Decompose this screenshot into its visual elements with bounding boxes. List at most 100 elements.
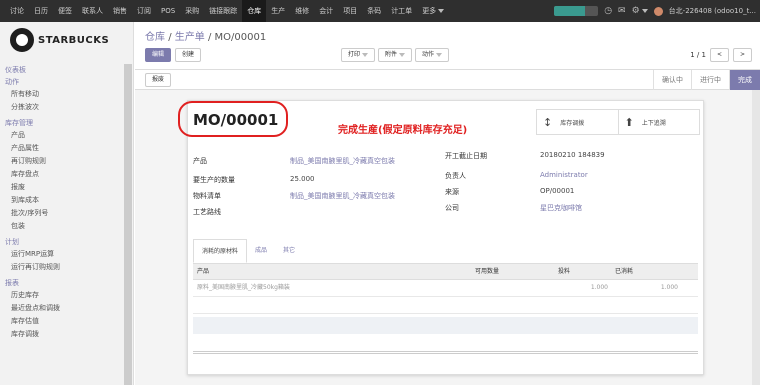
top-navbar: 讨论 日历 便签 联系人 销售 订阅 POS 采购 链接跟踪 仓库 生产 维修 … xyxy=(0,0,760,22)
sidebar-item-product-attributes[interactable]: 产品属性 xyxy=(5,142,125,155)
avatar xyxy=(653,6,663,16)
column-header-available[interactable]: 可用数量 xyxy=(475,264,499,279)
column-header-product[interactable]: 产品 xyxy=(197,264,209,279)
chevron-down-icon xyxy=(436,52,443,57)
field-quantity[interactable]: 25.000 xyxy=(290,175,315,183)
print-dropdown[interactable]: 打印 xyxy=(341,48,376,62)
smart-buttons: ↕ 库存调拨 ⬆ 上下追溯 xyxy=(536,109,700,135)
pager-value[interactable]: 1 / 1 xyxy=(690,51,706,59)
stage-confirmed[interactable]: 确认中 xyxy=(653,70,691,90)
logo-text: STARBUCKS xyxy=(38,34,110,46)
tab-consumed-materials[interactable]: 消耗的原材料 xyxy=(193,239,248,263)
sidebar-item-run-mrp[interactable]: 运行MRP运算 xyxy=(5,248,125,261)
sidebar-item-stock-moves[interactable]: 库存调拨 xyxy=(5,328,125,341)
sidebar-item-packages[interactable]: 包装 xyxy=(5,220,125,233)
column-header-to-consume[interactable]: 投料 xyxy=(558,264,570,279)
sidebar-section-inventory-control: 库存管理 xyxy=(5,119,33,127)
chat-icon[interactable]: ✉ xyxy=(618,6,626,16)
user-menu[interactable]: 台北-226408 (odoo10_t... xyxy=(669,6,756,16)
main-scrollbar[interactable] xyxy=(752,90,760,385)
table-header: 产品 可用数量 投料 已消耗 xyxy=(193,264,698,280)
document-title: MO/00001 xyxy=(193,111,279,129)
field-company[interactable]: 星巴克咖啡馆 xyxy=(540,203,582,213)
field-responsible[interactable]: Administrator xyxy=(540,171,588,179)
sidebar-section-planning: 计划 xyxy=(5,238,19,246)
create-button[interactable]: 创建 xyxy=(175,48,202,62)
menu-subscriptions[interactable]: 订阅 xyxy=(132,0,156,22)
chevron-down-icon xyxy=(399,52,406,57)
arrow-up-icon: ⬆ xyxy=(624,115,634,129)
field-bom[interactable]: 制品_美国南腋里肌_冷藏真空包装 xyxy=(290,191,395,201)
table-row[interactable]: 原料_美国南腋里肌_冷藏50kg箱装 1.000 1.000 xyxy=(193,280,698,297)
sidebar-item-products[interactable]: 产品 xyxy=(5,129,125,142)
app-menu: 讨论 日历 便签 联系人 销售 订阅 POS 采购 链接跟踪 仓库 生产 维修 … xyxy=(5,0,449,22)
field-product[interactable]: 制品_美国南腋里肌_冷藏真空包装 xyxy=(290,156,395,166)
menu-more[interactable]: 更多 xyxy=(417,0,449,22)
chevron-down-icon xyxy=(362,52,369,57)
control-panel: 仓库 / 生产单 / MO/00001 编辑 创建 打印 附件 动作 1 / 1… xyxy=(135,22,760,70)
sidebar-item-dashboard[interactable]: 仪表板 xyxy=(5,64,125,76)
sidebar-item-lots-serials[interactable]: 批次/序列号 xyxy=(5,207,125,220)
menu-notes[interactable]: 便签 xyxy=(53,0,77,22)
settings-icon[interactable]: ⚙ xyxy=(632,6,648,16)
systray: ◷ ✉ ⚙ 台北-226408 (odoo10_t... xyxy=(554,0,756,22)
sidebar-item-inventory-adjustments[interactable]: 库存盘点 xyxy=(5,168,125,181)
breadcrumb-inventory[interactable]: 仓库 xyxy=(145,32,165,43)
main-content: 仓库 / 生产单 / MO/00001 编辑 创建 打印 附件 动作 1 / 1… xyxy=(135,22,760,385)
pager-next-button[interactable]: > xyxy=(732,48,752,62)
field-label-bom: 物料清单 xyxy=(193,192,221,200)
stage-done[interactable]: 完成 xyxy=(729,70,760,90)
menu-inventory[interactable]: 仓库 xyxy=(242,0,267,22)
menu-discuss[interactable]: 讨论 xyxy=(5,0,29,22)
attachment-dropdown[interactable]: 附件 xyxy=(378,48,413,62)
sidebar-item-reordering-rules[interactable]: 再订购规则 xyxy=(5,155,125,168)
stock-moves-smart-button[interactable]: ↕ 库存调拨 xyxy=(537,110,618,134)
stage-in-progress[interactable]: 进行中 xyxy=(691,70,729,90)
materials-table: 产品 可用数量 投料 已消耗 原料_美国南腋里肌_冷藏50kg箱装 1.000 … xyxy=(193,263,698,314)
sidebar-item-run-reordering[interactable]: 运行再订购规则 xyxy=(5,261,125,274)
field-label-quantity: 要生产的数量 xyxy=(193,176,235,184)
clock-icon[interactable]: ◷ xyxy=(604,6,612,16)
pager-previous-button[interactable]: < xyxy=(709,48,729,62)
menu-barcode[interactable]: 条码 xyxy=(362,0,386,22)
breadcrumb-production-orders[interactable]: 生产单 xyxy=(175,32,205,43)
sidebar-item-all-moves[interactable]: 所有移动 xyxy=(5,88,125,101)
menu-contacts[interactable]: 联系人 xyxy=(77,0,108,22)
form-sheet: MO/00001 完成生産(假定原料库存充足) ↕ 库存调拨 ⬆ 上下追溯 产品… xyxy=(178,100,704,375)
sidebar-item-recent-moves[interactable]: 最近盘点和调拨 xyxy=(5,302,125,315)
menu-repair[interactable]: 维修 xyxy=(290,0,314,22)
sidebar-item-scrap[interactable]: 报废 xyxy=(5,181,125,194)
menu-manufacturing[interactable]: 生产 xyxy=(266,0,290,22)
sidebar-item-stock-history[interactable]: 历史库存 xyxy=(5,289,125,302)
status-stages: 确认中 进行中 完成 xyxy=(653,70,760,90)
field-deadline[interactable]: 20180210 184839 xyxy=(540,151,605,159)
menu-calendar[interactable]: 日历 xyxy=(29,0,53,22)
sidebar-section-actions: 动作 xyxy=(5,78,19,86)
column-header-consumed[interactable]: 已消耗 xyxy=(615,264,633,279)
sidebar-item-batch-picking[interactable]: 分拣波次 xyxy=(5,101,125,114)
sidebar-item-landed-costs[interactable]: 到库成本 xyxy=(5,194,125,207)
menu-accounting[interactable]: 会计 xyxy=(314,0,338,22)
field-source[interactable]: OP/00001 xyxy=(540,187,574,195)
edit-button[interactable]: 编辑 xyxy=(145,48,172,62)
menu-pos[interactable]: POS xyxy=(156,0,180,22)
notebook-tabs: 消耗的原材料 成品 其它 xyxy=(193,239,303,263)
menu-purchase[interactable]: 采购 xyxy=(180,0,204,22)
tab-miscellaneous[interactable]: 其它 xyxy=(275,239,303,263)
action-dropdown[interactable]: 动作 xyxy=(415,48,450,62)
menu-project[interactable]: 项目 xyxy=(338,0,362,22)
traceability-smart-button[interactable]: ⬆ 上下追溯 xyxy=(617,110,700,134)
tab-finished-products[interactable]: 成品 xyxy=(247,239,275,263)
field-label-routing: 工艺路线 xyxy=(193,208,221,216)
status-bar: 报废 确认中 进行中 完成 xyxy=(135,70,760,90)
menu-sales[interactable]: 销售 xyxy=(108,0,132,22)
sidebar-actions: 打印 附件 动作 xyxy=(341,48,450,62)
sidebar-scrollbar[interactable] xyxy=(124,64,132,385)
sidebar: STARBUCKS 仪表板 动作 所有移动 分拣波次 库存管理 产品 产品属性 … xyxy=(0,22,134,385)
scrap-button[interactable]: 报废 xyxy=(145,73,172,87)
menu-timesheet[interactable]: 计工单 xyxy=(386,0,417,22)
sidebar-nav: 仪表板 动作 所有移动 分拣波次 库存管理 产品 产品属性 再订购规则 库存盘点… xyxy=(5,64,125,341)
sidebar-item-stock-valuation[interactable]: 库存估值 xyxy=(5,315,125,328)
table-empty-row xyxy=(193,317,698,334)
menu-link-tracker[interactable]: 链接跟踪 xyxy=(204,0,242,22)
